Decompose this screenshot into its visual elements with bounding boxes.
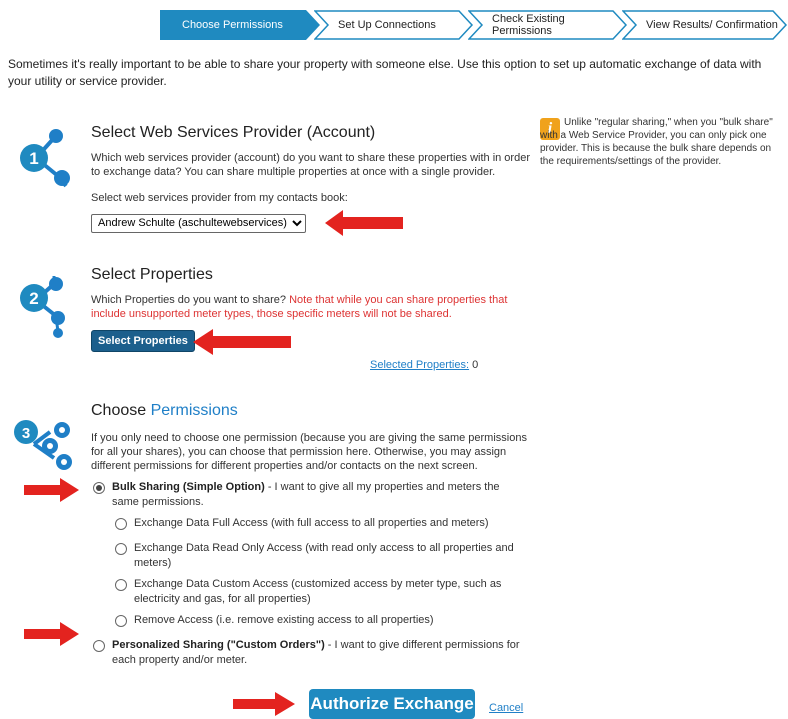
share-step-1-icon: 1 (20, 129, 70, 188)
permission-option-custom[interactable]: Exchange Data Custom Access (customized … (115, 577, 525, 607)
permission-label: Remove Access (i.e. remove existing acce… (134, 614, 434, 626)
step-label: Check Existing Permissions (492, 13, 565, 37)
bulk-sharing-radio[interactable] (93, 482, 105, 494)
permission-radio[interactable] (115, 543, 127, 555)
step-check-existing-permissions[interactable]: Check Existing Permissions (468, 10, 628, 40)
section3-description: If you only need to choose one permissio… (91, 432, 527, 472)
bulk-share-note: Unlike "regular sharing," when you "bulk… (540, 116, 785, 168)
permission-option-full[interactable]: Exchange Data Full Access (with full acc… (115, 516, 525, 531)
share-step-2-icon: 2 (20, 276, 65, 338)
permission-label: Exchange Data Custom Access (customized … (134, 578, 502, 605)
red-arrow-right-icon (24, 622, 79, 646)
step-number: 1 (29, 149, 38, 168)
cancel-link[interactable]: Cancel (489, 702, 523, 714)
step-label: Choose Permissions (182, 19, 283, 31)
selected-properties-link[interactable]: Selected Properties: (370, 359, 469, 371)
provider-select-label: Select web services provider from my con… (91, 192, 348, 204)
red-arrow-left-icon (325, 210, 403, 236)
personalized-sharing-option[interactable]: Personalized Sharing ("Custom Orders") -… (93, 638, 523, 668)
step-choose-permissions[interactable]: Choose Permissions (160, 10, 320, 40)
permission-radio[interactable] (115, 615, 127, 627)
selected-count: 0 (472, 359, 479, 371)
permission-radio[interactable] (115, 518, 127, 530)
section2-title: Select Properties (91, 266, 213, 283)
red-arrow-left-icon (193, 329, 291, 355)
step-view-results[interactable]: View Results/ Confirmation (622, 10, 788, 40)
step-number: 2 (29, 289, 38, 308)
provider-select[interactable]: Andrew Schulte (aschultewebservices) (91, 213, 306, 233)
section2-description: Which Properties do you want to share? N… (91, 293, 531, 321)
step-label: View Results/ Confirmation (646, 19, 778, 31)
red-arrow-right-icon (24, 478, 79, 502)
step-label: Set Up Connections (338, 19, 436, 31)
note-text: Unlike "regular sharing," when you "bulk… (540, 117, 773, 167)
permission-label: Exchange Data Read Only Access (with rea… (134, 542, 514, 569)
wizard-steps: Choose Permissions Set Up Connections Ch… (160, 10, 788, 40)
step-set-up-connections[interactable]: Set Up Connections (314, 10, 474, 40)
intro-text: Sometimes it's really important to be ab… (8, 57, 762, 88)
section2-question: Which Properties do you want to share? (91, 294, 287, 306)
selected-properties-count: Selected Properties: 0 (370, 359, 478, 371)
section3-title: Choose Permissions (91, 402, 238, 420)
share-step-3-icon: 3 (14, 420, 72, 470)
personalized-sharing-radio[interactable] (93, 640, 105, 652)
permission-label: Exchange Data Full Access (with full acc… (134, 517, 489, 529)
personalized-sharing-label: Personalized Sharing ("Custom Orders") (112, 639, 325, 651)
section1-title: Select Web Services Provider (Account) (91, 124, 376, 141)
permission-option-read-only[interactable]: Exchange Data Read Only Access (with rea… (115, 541, 525, 571)
section1-description: Which web services provider (account) do… (91, 152, 530, 178)
step-number: 3 (22, 425, 30, 442)
select-properties-button[interactable]: Select Properties (91, 330, 195, 352)
permission-option-remove[interactable]: Remove Access (i.e. remove existing acce… (115, 613, 525, 628)
bulk-sharing-label: Bulk Sharing (Simple Option) (112, 481, 265, 493)
title-plain: Choose (91, 402, 147, 419)
title-accent: Permissions (150, 402, 238, 419)
permission-radio[interactable] (115, 579, 127, 591)
provider-select-wrapper: Andrew Schulte (aschultewebservices) (91, 213, 306, 233)
red-arrow-right-icon (233, 692, 295, 716)
bulk-sharing-option[interactable]: Bulk Sharing (Simple Option) - I want to… (93, 480, 523, 510)
